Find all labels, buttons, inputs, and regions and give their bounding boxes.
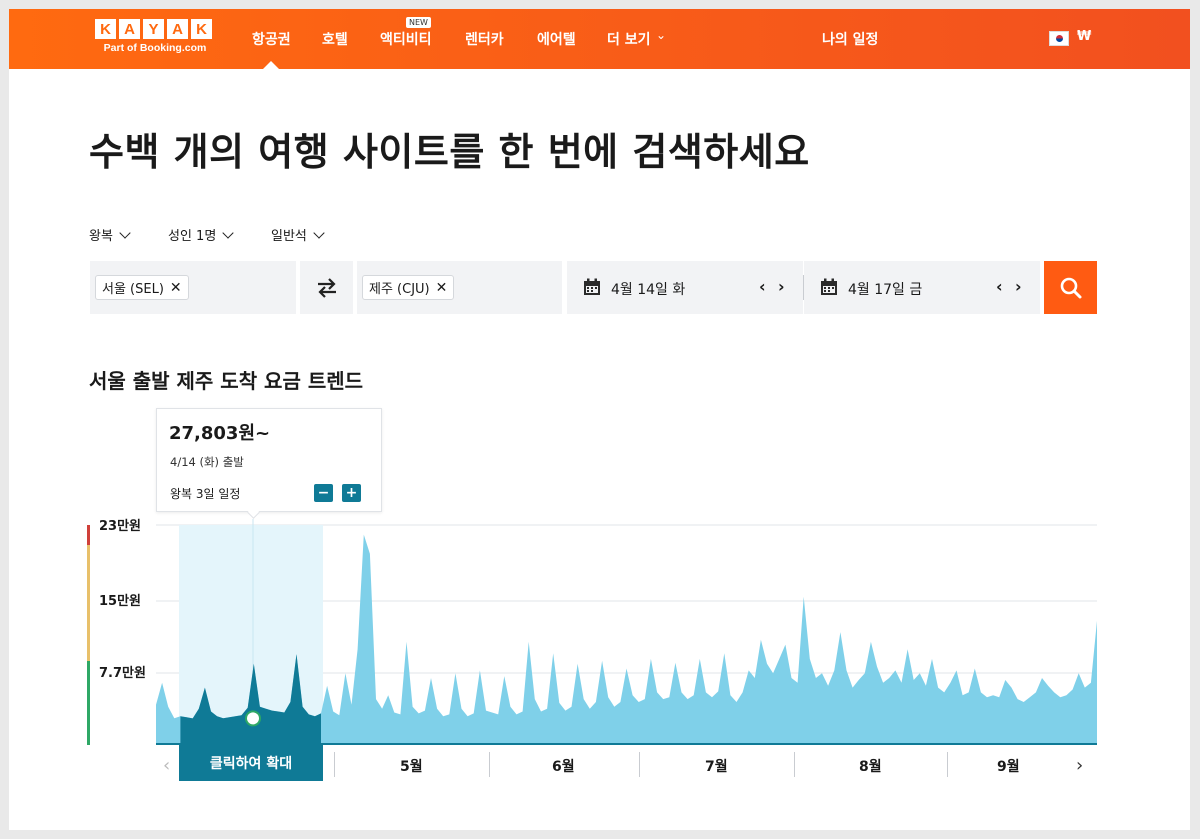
calendar-icon <box>821 278 837 295</box>
month-divider <box>947 752 948 777</box>
y-tick-label: 15만원 <box>99 594 142 609</box>
calendar-icon <box>584 278 600 295</box>
month-label[interactable]: 8월 <box>859 756 882 776</box>
next-day-icon[interactable]: › <box>1015 277 1022 296</box>
month-divider <box>639 752 640 777</box>
origin-value: 서울 (SEL) <box>102 282 164 297</box>
month-divider <box>489 752 490 777</box>
logo-letter: A <box>119 19 140 39</box>
remove-icon[interactable]: ✕ <box>170 280 182 296</box>
logo-letter: A <box>167 19 188 39</box>
price-scale-high <box>87 525 90 545</box>
tooltip-duration: 왕복 3일 일정 <box>170 487 241 501</box>
logo-letter: K <box>191 19 212 39</box>
currency-selector[interactable]: ₩ <box>1077 29 1091 44</box>
month-divider <box>794 752 795 777</box>
return-date-value: 4월 17일 금 <box>848 282 923 298</box>
swap-arrows-icon <box>317 277 336 298</box>
korea-flag-icon[interactable] <box>1049 31 1069 46</box>
nav-my-trips[interactable]: 나의 일정 <box>822 29 878 49</box>
depart-date-field[interactable]: 4월 14일 화 ‹ › <box>567 261 803 314</box>
cabin-label: 일반석 <box>271 229 307 244</box>
nav-car-rental[interactable]: 렌터카 <box>465 29 504 49</box>
month-divider <box>334 752 335 777</box>
nav-airtel[interactable]: 에어텔 <box>537 29 576 49</box>
prev-day-icon[interactable]: ‹ <box>759 277 766 296</box>
destination-chip[interactable]: 제주 (CJU) ✕ <box>362 275 455 300</box>
tooltip-price: 27,803원~ <box>169 423 271 444</box>
active-nav-indicator <box>263 61 279 69</box>
page-frame: K A Y A K Part of Booking.com 항공권 호텔 액티비… <box>9 9 1190 830</box>
next-day-icon[interactable]: › <box>778 277 785 296</box>
page-title: 수백 개의 여행 사이트를 한 번에 검색하세요 <box>89 130 810 174</box>
chevron-left-icon[interactable]: ‹ <box>163 755 170 776</box>
y-tick-label: 7.7만원 <box>99 666 146 681</box>
chevron-down-icon <box>119 226 131 239</box>
logo-letters: K A Y A K <box>95 19 219 39</box>
duration-plus-button[interactable]: + <box>342 484 361 502</box>
kayak-logo[interactable]: K A Y A K Part of Booking.com <box>95 19 219 54</box>
logo-letter: K <box>95 19 116 39</box>
nav-activities[interactable]: 액티비티 <box>380 29 432 49</box>
selected-date-point[interactable] <box>245 710 261 727</box>
return-date-field[interactable]: 4월 17일 금 ‹ › <box>804 261 1040 314</box>
month-label[interactable]: 5월 <box>400 756 423 776</box>
new-badge: NEW <box>406 17 431 28</box>
magnifier-icon <box>1060 277 1081 298</box>
chevron-down-icon <box>222 226 234 239</box>
top-nav-bar: K A Y A K Part of Booking.com 항공권 호텔 액티비… <box>9 9 1190 69</box>
month-label[interactable]: 6월 <box>552 756 575 776</box>
travelers-label: 성인 1명 <box>168 229 217 244</box>
price-tooltip: 27,803원~ 4/14 (화) 출발 왕복 3일 일정 − + <box>156 408 382 512</box>
prev-day-icon[interactable]: ‹ <box>996 277 1003 296</box>
trip-type-label: 왕복 <box>89 229 113 244</box>
zoom-button[interactable]: 클릭하여 확대 <box>179 745 323 781</box>
origin-chip[interactable]: 서울 (SEL) ✕ <box>95 275 189 300</box>
chevron-down-icon: ⌄ <box>656 28 667 42</box>
month-label[interactable]: 9월 <box>997 756 1020 776</box>
depart-date-value: 4월 14일 화 <box>611 282 686 298</box>
destination-field[interactable]: 제주 (CJU) ✕ <box>357 261 562 314</box>
tooltip-date: 4/14 (화) 출발 <box>170 455 244 469</box>
destination-value: 제주 (CJU) <box>369 282 430 297</box>
price-trend-title: 서울 출발 제주 도착 요금 트렌드 <box>89 369 364 393</box>
logo-letter: Y <box>143 19 164 39</box>
swap-button[interactable] <box>300 261 353 314</box>
travelers-dropdown[interactable]: 성인 1명 <box>168 225 234 244</box>
chevron-right-icon[interactable]: › <box>1076 755 1083 776</box>
logo-subtitle: Part of Booking.com <box>103 42 207 54</box>
chevron-down-icon <box>313 226 325 239</box>
duration-minus-button[interactable]: − <box>314 484 333 502</box>
y-tick-label: 23만원 <box>99 519 142 534</box>
remove-icon[interactable]: ✕ <box>436 280 448 296</box>
month-label[interactable]: 7월 <box>705 756 728 776</box>
origin-field[interactable]: 서울 (SEL) ✕ <box>90 261 296 314</box>
price-scale-low <box>87 661 90 745</box>
nav-hotels[interactable]: 호텔 <box>322 29 348 49</box>
search-button[interactable] <box>1044 261 1097 314</box>
price-scale-mid <box>87 545 90 661</box>
trip-type-dropdown[interactable]: 왕복 <box>89 225 131 244</box>
nav-more[interactable]: 더 보기 <box>607 29 651 49</box>
price-trend-chart[interactable] <box>156 519 1097 745</box>
cabin-dropdown[interactable]: 일반석 <box>271 225 325 244</box>
nav-flights[interactable]: 항공권 <box>252 29 291 49</box>
